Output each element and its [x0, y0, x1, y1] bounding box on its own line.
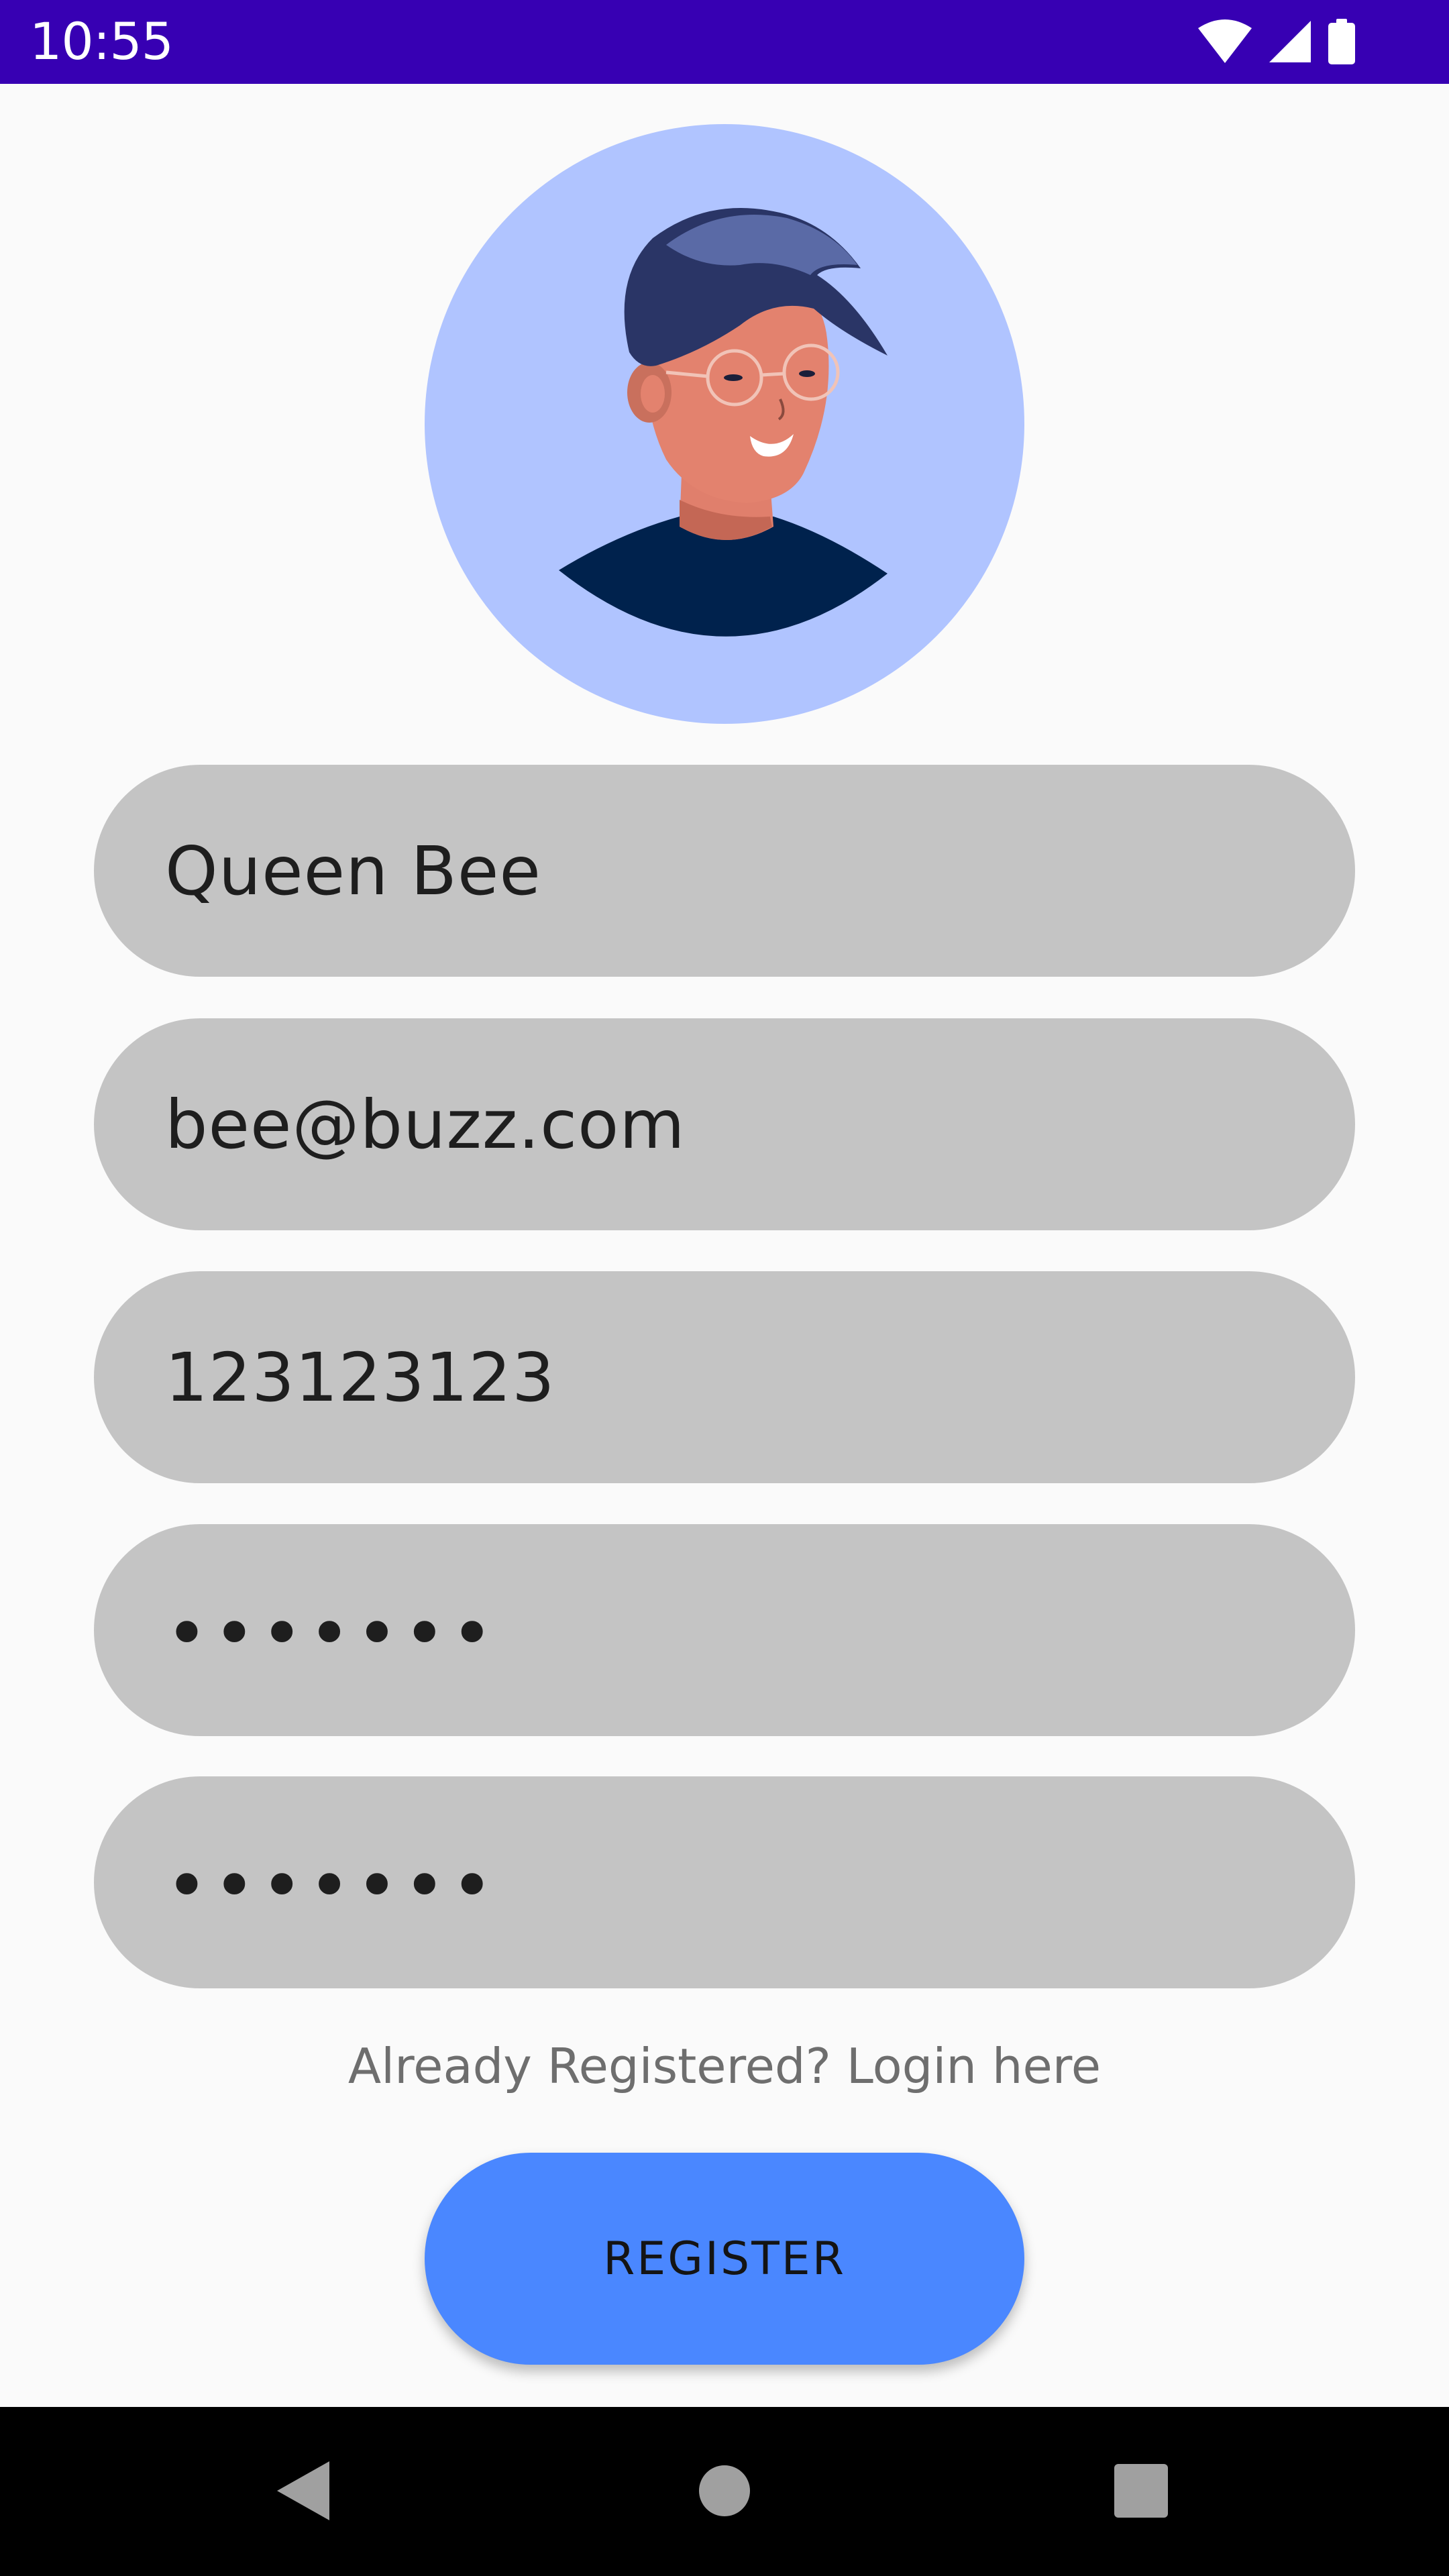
confirm-password-field[interactable]: ••••••• — [94, 1776, 1355, 1988]
user-avatar-illustration-icon — [559, 208, 888, 637]
login-link[interactable]: Already Registered? Login here — [0, 2036, 1449, 2096]
back-icon[interactable] — [260, 2447, 347, 2534]
register-button[interactable]: REGISTER — [425, 2153, 1024, 2365]
email-field[interactable]: bee@buzz.com — [94, 1018, 1355, 1230]
navigation-bar — [0, 2407, 1449, 2576]
name-field[interactable]: Queen Bee — [94, 765, 1355, 977]
status-time: 10:55 — [30, 11, 174, 71]
password-field[interactable]: ••••••• — [94, 1524, 1355, 1736]
register-button-label: REGISTER — [603, 2232, 846, 2286]
wifi-icon — [1197, 19, 1253, 64]
register-screen: 10:55 Queen Bee bee@buzz.com 123123123 •… — [0, 0, 1449, 2576]
avatar[interactable] — [425, 124, 1024, 724]
cellular-signal-icon — [1268, 19, 1312, 64]
status-bar: 10:55 — [0, 0, 1449, 84]
recents-icon[interactable] — [1097, 2447, 1185, 2534]
status-icons — [1197, 17, 1356, 66]
phone-field[interactable]: 123123123 — [94, 1271, 1355, 1483]
battery-icon — [1327, 19, 1356, 64]
home-icon[interactable] — [681, 2447, 768, 2534]
